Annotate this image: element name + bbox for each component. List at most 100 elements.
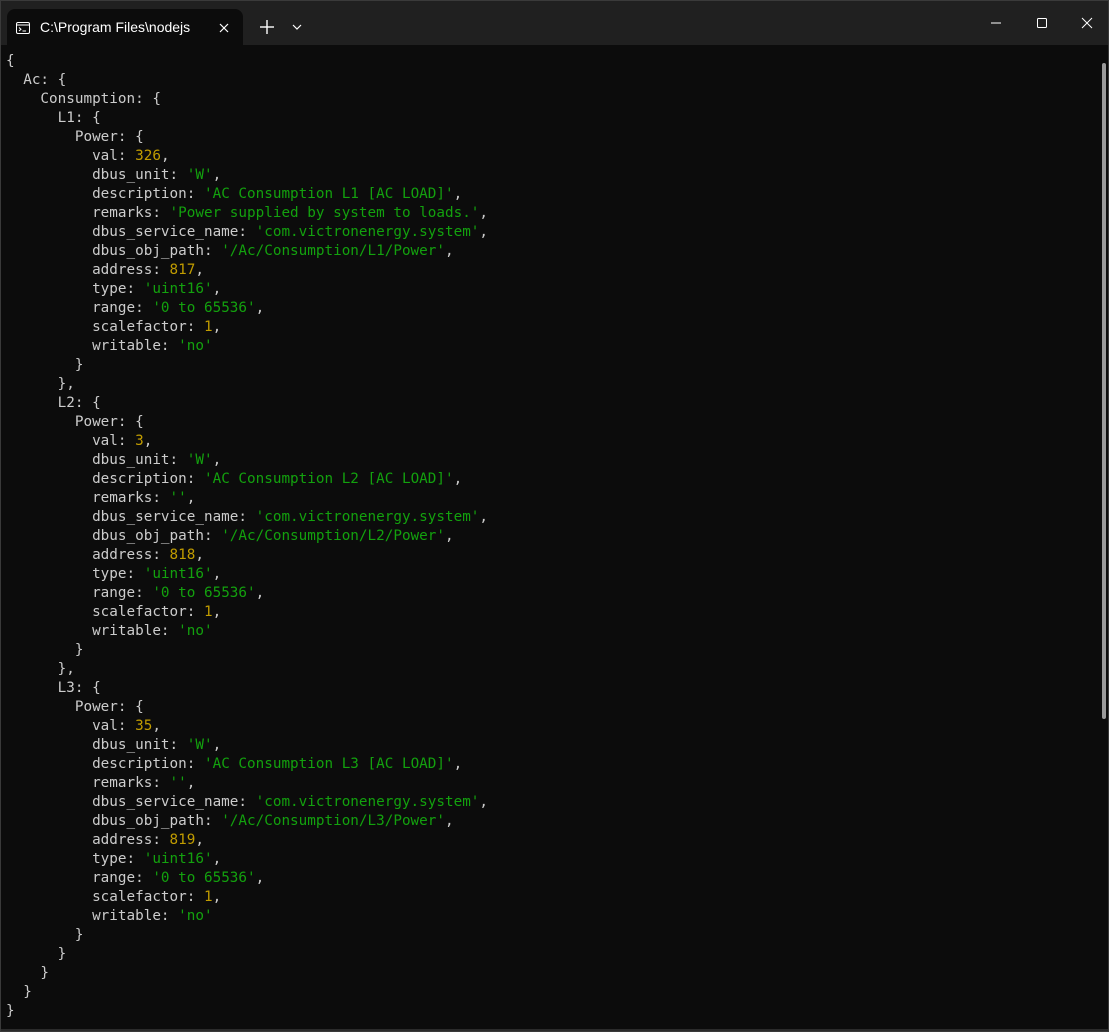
string-token: 'uint16' — [143, 851, 213, 867]
output-line: type: 'uint16', — [6, 565, 1097, 584]
number-token: 1 — [203, 889, 213, 905]
text-token: scalefactor: — [6, 319, 204, 335]
output-line: dbus_unit: 'W', — [6, 451, 1097, 470]
output-line: description: 'AC Consumption L3 [AC LOAD… — [6, 755, 1097, 774]
text-token: L2: { — [6, 395, 101, 411]
scrollbar[interactable] — [1102, 63, 1106, 719]
text-token: address: — [6, 262, 170, 278]
text-token: , — [212, 889, 222, 905]
number-token: 818 — [169, 547, 196, 563]
output-line: } — [6, 983, 1097, 1002]
maximize-button[interactable] — [1019, 1, 1065, 45]
text-token: remarks: — [6, 775, 170, 791]
text-token: remarks: — [6, 205, 170, 221]
text-token: , — [453, 756, 463, 772]
output-line: Power: { — [6, 128, 1097, 147]
text-token: Power: { — [6, 699, 144, 715]
text-token: scalefactor: — [6, 604, 204, 620]
number-token: 1 — [203, 319, 213, 335]
string-token: 'W' — [186, 167, 213, 183]
text-token: , — [160, 148, 170, 164]
text-token: }, — [6, 376, 75, 392]
string-token: '' — [169, 775, 187, 791]
text-token: , — [444, 243, 454, 259]
text-token: , — [479, 509, 489, 525]
close-icon — [1081, 17, 1093, 29]
text-token: range: — [6, 585, 153, 601]
output-line: description: 'AC Consumption L1 [AC LOAD… — [6, 185, 1097, 204]
string-token: 'com.victronenergy.system' — [255, 794, 480, 810]
output-line: scalefactor: 1, — [6, 318, 1097, 337]
text-token: , — [212, 737, 222, 753]
text-token: } — [6, 1003, 15, 1019]
output-line: remarks: '', — [6, 489, 1097, 508]
text-token: , — [212, 452, 222, 468]
text-token: writable: — [6, 623, 179, 639]
text-token: , — [152, 718, 161, 734]
text-token: Power: { — [6, 414, 144, 430]
output-line: writable: 'no' — [6, 337, 1097, 356]
output-line: Power: { — [6, 698, 1097, 717]
text-token: val: — [6, 148, 136, 164]
chevron-down-icon[interactable] — [288, 15, 306, 39]
text-token: } — [6, 946, 67, 962]
output-line: range: '0 to 65536', — [6, 299, 1097, 318]
output-line: } — [6, 1002, 1097, 1021]
string-token: 'W' — [186, 737, 213, 753]
string-token: 'AC Consumption L3 [AC LOAD]' — [203, 756, 454, 772]
string-token: '/Ac/Consumption/L2/Power' — [221, 528, 445, 544]
output-line: dbus_obj_path: '/Ac/Consumption/L3/Power… — [6, 812, 1097, 831]
text-token: , — [255, 585, 265, 601]
number-token: 326 — [135, 148, 161, 164]
terminal-output[interactable]: { Ac: { Consumption: { L1: { Power: { va… — [1, 45, 1097, 1031]
text-token: , — [195, 262, 204, 278]
text-token: , — [195, 832, 204, 848]
text-token: { — [6, 53, 15, 69]
string-token: '0 to 65536' — [152, 870, 256, 886]
text-token: range: — [6, 870, 153, 886]
text-token: address: — [6, 832, 170, 848]
number-token: 35 — [135, 718, 153, 734]
tab-nodejs[interactable]: C:\Program Files\nodejs — [7, 9, 243, 45]
text-token: , — [212, 604, 222, 620]
output-line: } — [6, 356, 1097, 375]
terminal-icon — [16, 21, 30, 34]
text-token: type: — [6, 281, 144, 297]
string-token: '' — [169, 490, 187, 506]
output-line: scalefactor: 1, — [6, 603, 1097, 622]
text-token: dbus_obj_path: — [6, 528, 222, 544]
number-token: 819 — [169, 832, 196, 848]
string-token: '0 to 65536' — [152, 585, 256, 601]
output-line: val: 326, — [6, 147, 1097, 166]
terminal-window: C:\Program Files\nodejs {Ac: {Consumpt… — [0, 0, 1109, 1032]
plus-icon[interactable] — [255, 15, 279, 39]
text-token: } — [6, 357, 84, 373]
text-token: Power: { — [6, 129, 144, 145]
minimize-button[interactable] — [973, 1, 1019, 45]
text-token: } — [6, 642, 84, 658]
text-token: description: — [6, 471, 204, 487]
text-token: L1: { — [6, 110, 101, 126]
output-line: type: 'uint16', — [6, 280, 1097, 299]
close-window-button[interactable] — [1064, 1, 1108, 45]
close-icon[interactable] — [218, 21, 230, 33]
text-token: , — [255, 300, 265, 316]
output-line: } — [6, 945, 1097, 964]
output-line: dbus_obj_path: '/Ac/Consumption/L2/Power… — [6, 527, 1097, 546]
text-token: writable: — [6, 908, 179, 924]
output-line: dbus_service_name: 'com.victronenergy.sy… — [6, 793, 1097, 812]
text-token: dbus_service_name: — [6, 224, 256, 240]
maximize-icon — [1037, 18, 1047, 28]
text-token: , — [453, 471, 463, 487]
text-token: dbus_unit: — [6, 167, 187, 183]
text-token: L3: { — [6, 680, 101, 696]
text-token: , — [479, 224, 489, 240]
tab-title: C:\Program Files\nodejs — [40, 19, 191, 35]
output-line: address: 818, — [6, 546, 1097, 565]
text-token: , — [212, 281, 222, 297]
text-token: dbus_service_name: — [6, 794, 256, 810]
number-token: 1 — [203, 604, 213, 620]
text-token: type: — [6, 566, 144, 582]
text-token: } — [6, 965, 50, 981]
string-token: 'com.victronenergy.system' — [255, 224, 480, 240]
